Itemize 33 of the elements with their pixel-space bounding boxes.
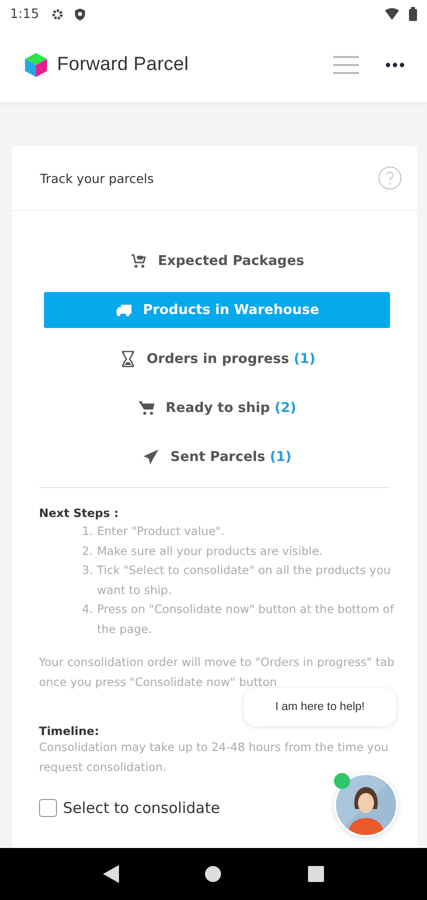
cart-icon (130, 252, 148, 270)
more-icon[interactable] (385, 62, 405, 68)
step-text: Tick "Select to consolidate" on all the products you want to ship. (97, 562, 392, 598)
step-text: Enter "Product value". (97, 523, 224, 540)
note-text: Your consolidation order will move to "Orders in progress" tab once you press "Consolidate now" button (39, 654, 395, 690)
timeline-text: Consolidation may take up to 24-48 hours from the time you request consolidation. (39, 739, 390, 776)
step-number: 2. (81, 542, 93, 560)
chat-bubble[interactable]: I am here to help! (244, 688, 396, 726)
home-icon[interactable] (204, 865, 222, 883)
tab[interactable]: Expected Packages (44, 243, 390, 279)
step-number: 1. (81, 523, 93, 540)
step-text: Press on "Consolidate now" button at the bottom of the page. (97, 601, 395, 638)
timeline-heading: Timeline: (39, 724, 100, 738)
consolidate-label: Select to consolidate (63, 799, 220, 817)
shield-icon (74, 8, 86, 20)
back-icon[interactable] (102, 865, 119, 883)
tab[interactable]: Orders in progress (1) (44, 341, 390, 377)
card-title: Track your parcels (40, 170, 154, 186)
step-text: Make sure all your products are visible. (97, 542, 323, 560)
logo-icon (23, 52, 49, 78)
next-steps-heading: Next Steps : (39, 506, 120, 520)
app-title: Forward Parcel (57, 54, 189, 76)
cart-icon (138, 399, 156, 417)
step-number: 4. (81, 601, 93, 618)
wifi-icon (385, 8, 399, 20)
paper-plane-icon (142, 448, 160, 466)
tab[interactable]: Sent Parcels (1) (44, 439, 390, 475)
recents-icon[interactable] (308, 866, 324, 882)
status-time: 1:15 (10, 6, 40, 22)
tab[interactable]: Ready to ship (2) (44, 390, 390, 426)
step-number: 3. (81, 562, 93, 579)
consolidate-checkbox[interactable] (39, 799, 57, 817)
battery-icon (409, 7, 417, 21)
